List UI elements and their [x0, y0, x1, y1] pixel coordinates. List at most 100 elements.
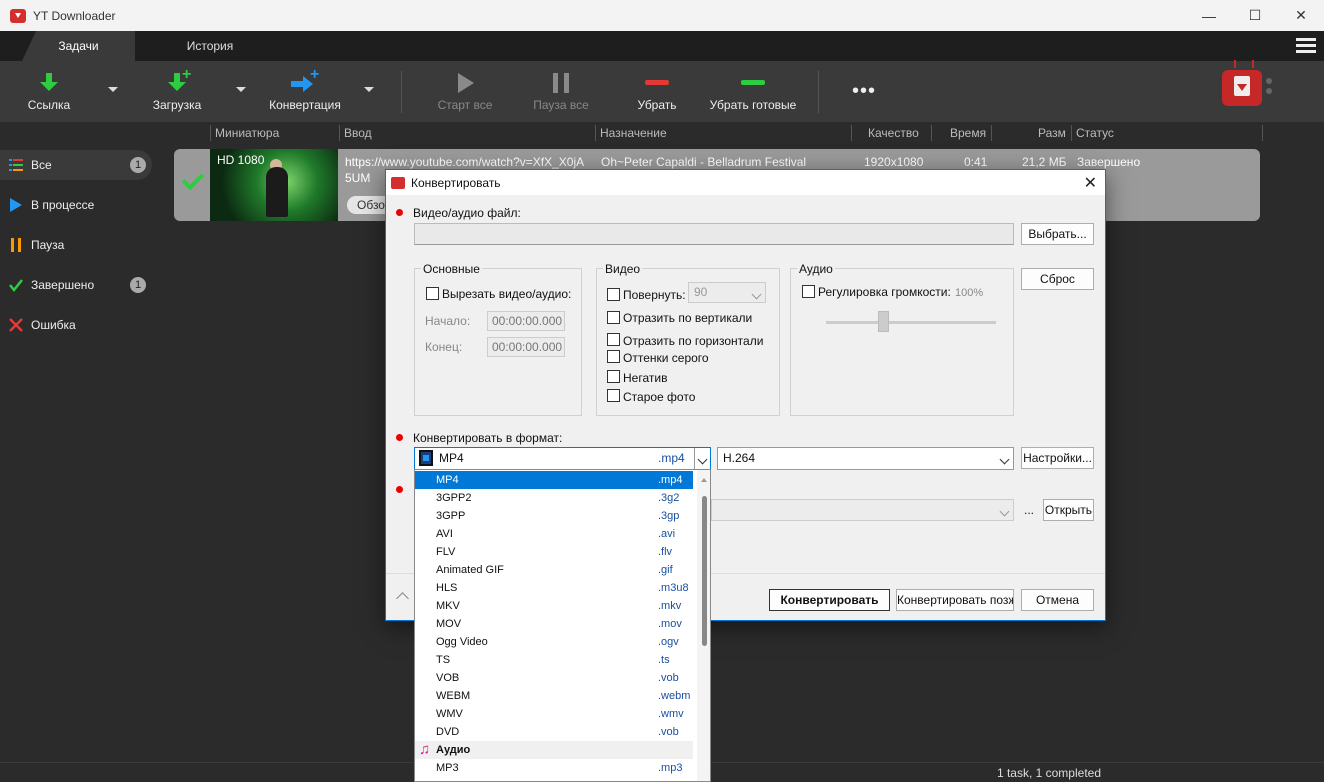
volume-slider-thumb[interactable] — [878, 311, 889, 332]
title-bar: YT Downloader — ☐ ✕ — [0, 0, 1324, 31]
list-item[interactable]: DVD .vob — [415, 723, 693, 741]
close-window-button[interactable]: ✕ — [1278, 0, 1324, 31]
dropdown-scrollbar[interactable] — [697, 470, 710, 781]
list-item[interactable]: AVI .avi — [415, 525, 693, 543]
list-item[interactable]: TS .ts — [415, 651, 693, 669]
list-item[interactable]: MKV .mkv — [415, 597, 693, 615]
volume-slider-track[interactable] — [826, 321, 996, 324]
sidebar-item-all[interactable]: Все 1 — [0, 150, 152, 180]
task-url-cont: 5UM — [345, 171, 371, 185]
list-item[interactable]: WMV .wmv — [415, 705, 693, 723]
codec-select[interactable]: H.264 — [717, 447, 1014, 470]
maximize-button[interactable]: ☐ — [1232, 0, 1278, 31]
list-item[interactable]: Animated GIF .gif — [415, 561, 693, 579]
sidebar: Все 1 В процессе Пауза Завершено 1 Ошибк… — [0, 122, 160, 762]
sidebar-item-in-progress[interactable]: В процессе — [0, 190, 152, 220]
remove-done-button[interactable]: Убрать готовые — [704, 61, 802, 122]
column-header-thumbnail[interactable]: Миниатюра — [215, 122, 279, 144]
flip-horizontal-checkbox[interactable] — [607, 333, 620, 346]
link-button[interactable]: Ссылка — [18, 61, 80, 122]
minimize-button[interactable]: — — [1186, 0, 1232, 31]
tab-tasks[interactable]: Задачи — [22, 31, 135, 61]
output-folder-select[interactable] — [711, 499, 1014, 521]
list-item[interactable]: WEBM .webm — [415, 687, 693, 705]
download-button[interactable]: + Загрузка — [146, 61, 208, 122]
browse-folder-button[interactable]: ... — [1024, 503, 1034, 517]
video-film-icon — [419, 450, 433, 466]
flip-horizontal-label: Отразить по горизонтали — [623, 334, 764, 348]
scroll-up-icon[interactable] — [701, 478, 707, 482]
rotate-checkbox[interactable] — [607, 288, 620, 301]
choose-file-button[interactable]: Выбрать... — [1021, 223, 1094, 245]
more-button[interactable]: ••• — [840, 61, 890, 122]
cancel-button[interactable]: Отмена — [1021, 589, 1094, 611]
pause-icon — [553, 73, 569, 93]
format-select[interactable]: MP4 .mp4 — [414, 447, 711, 470]
grayscale-checkbox[interactable] — [607, 350, 620, 363]
download-dropdown-caret[interactable] — [236, 87, 246, 92]
convert-later-button[interactable]: Конвертировать позже — [896, 589, 1014, 611]
sidebar-item-label: Завершено — [31, 278, 95, 292]
convert-button[interactable]: + Конвертация — [266, 61, 344, 122]
column-header-status[interactable]: Статус — [1076, 122, 1114, 144]
link-dropdown-caret[interactable] — [108, 87, 118, 92]
volume-value: 100% — [955, 287, 984, 299]
convert-button[interactable]: Конвертировать — [769, 589, 890, 611]
column-header-quality[interactable]: Качество — [868, 122, 919, 144]
remove-icon — [645, 80, 669, 85]
menu-icon[interactable] — [1296, 38, 1316, 54]
scrollbar-thumb[interactable] — [702, 496, 707, 646]
open-button[interactable]: Открыть — [1043, 499, 1094, 521]
pause-icon — [11, 238, 21, 252]
old-photo-checkbox[interactable] — [607, 389, 620, 402]
negative-checkbox[interactable] — [607, 370, 620, 383]
rotate-select[interactable]: 90 — [688, 282, 766, 303]
tab-history[interactable]: История — [160, 31, 260, 61]
end-time-input[interactable]: 00:00:00.000 — [487, 337, 565, 357]
column-header-destination[interactable]: Назначение — [600, 122, 667, 144]
column-separator — [1071, 125, 1072, 141]
remove-button[interactable]: Убрать — [628, 61, 686, 122]
sidebar-item-completed[interactable]: Завершено 1 — [0, 270, 152, 300]
download-arrow-icon — [40, 73, 58, 91]
reset-button[interactable]: Сброс — [1021, 268, 1094, 290]
collapse-chevron-icon[interactable] — [396, 592, 409, 605]
end-label: Конец: — [425, 340, 463, 354]
basic-group: Основные Вырезать видео/аудио: Начало: 0… — [414, 262, 582, 416]
error-x-icon — [9, 318, 23, 332]
list-item[interactable]: HLS .m3u8 — [415, 579, 693, 597]
format-select-value: MP4 — [439, 451, 464, 465]
list-item[interactable]: MP3 .mp3 — [415, 759, 693, 777]
list-item[interactable]: VOB .vob — [415, 669, 693, 687]
chevron-down-icon — [999, 454, 1010, 465]
sidebar-item-label: Пауза — [31, 238, 65, 252]
start-time-input[interactable]: 00:00:00.000 — [487, 311, 565, 331]
start-all-button[interactable]: Старт все — [432, 61, 498, 122]
list-item[interactable]: MOV .mov — [415, 615, 693, 633]
column-header-time[interactable]: Время — [950, 122, 986, 144]
chevron-down-icon — [751, 289, 762, 300]
volume-checkbox[interactable] — [802, 285, 815, 298]
list-item[interactable]: 3GPP2.3g2 — [415, 489, 693, 507]
list-item[interactable]: 3GPP .3gp — [415, 507, 693, 525]
sidebar-item-error[interactable]: Ошибка — [0, 310, 152, 340]
settings-button[interactable]: Настройки... — [1021, 447, 1094, 469]
app-logo-icon — [10, 8, 26, 23]
close-icon[interactable]: ✕ — [1084, 173, 1097, 193]
grayscale-label: Оттенки серого — [623, 351, 709, 365]
task-size: 21,2 МБ — [1022, 155, 1067, 169]
column-header-size[interactable]: Разм — [1038, 122, 1066, 144]
flip-vertical-checkbox[interactable] — [607, 311, 620, 324]
list-item[interactable]: Ogg Video .ogv — [415, 633, 693, 651]
sidebar-item-paused[interactable]: Пауза — [0, 230, 152, 260]
pause-all-button[interactable]: Пауза все — [526, 61, 596, 122]
list-item[interactable]: MP4 .mp4 — [415, 471, 693, 489]
format-select-arrow[interactable] — [694, 448, 710, 469]
convert-dropdown-caret[interactable] — [364, 87, 374, 92]
list-item[interactable]: FLV .flv — [415, 543, 693, 561]
column-header-input[interactable]: Ввод — [344, 122, 372, 144]
rotate-value: 90 — [694, 285, 708, 299]
cut-checkbox[interactable] — [426, 287, 439, 300]
tab-bar: Задачи История — [0, 31, 1324, 61]
file-path-field[interactable] — [414, 223, 1014, 245]
